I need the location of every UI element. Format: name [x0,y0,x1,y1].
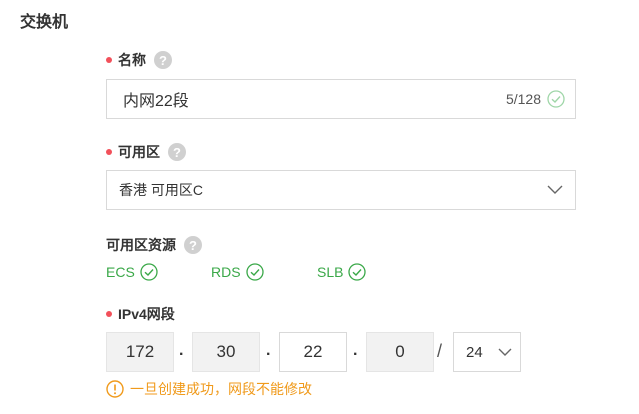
ip-octet-4: 0 [366,332,434,372]
warning-text: 一旦创建成功，网段不能修改 [130,381,312,397]
required-dot [106,311,112,317]
section-title: 交换机 [20,14,69,31]
zone-label-row: 可用区 ? [106,142,186,162]
name-input[interactable]: 内网22段 5/128 [106,79,576,119]
check-circle-icon [547,90,565,108]
zone-label: 可用区 [118,144,160,160]
resource-label: RDS [211,264,241,280]
name-label: 名称 [118,52,146,68]
name-input-value[interactable]: 内网22段 [123,87,506,111]
resources-label: 可用区资源 [106,237,176,253]
zone-select[interactable]: 香港 可用区C [106,170,576,210]
required-dot [106,57,112,63]
ip-octet-2: 30 [192,332,260,372]
resource-slb: SLB [317,263,367,281]
ip-octet-1: 172 [106,332,174,372]
ip-slash: / [437,341,443,361]
resource-rds: RDS [211,263,264,281]
warning-icon [106,380,124,398]
zone-select-value: 香港 可用区C [119,182,203,198]
resource-label: ECS [106,264,135,280]
check-circle-icon [245,263,264,281]
required-dot [106,149,112,155]
help-icon[interactable]: ? [168,143,186,161]
help-icon[interactable]: ? [154,51,172,69]
help-icon[interactable]: ? [184,236,202,254]
ip-dot: . [266,342,271,359]
resource-ecs: ECS [106,263,158,281]
ip-octet-3[interactable]: 22 [279,332,347,372]
check-circle-icon [140,263,158,281]
resources-label-row: 可用区资源 ? [106,235,202,255]
ip-dot: . [353,342,358,359]
ip-dot: . [179,342,184,359]
char-counter: 5/128 [505,91,541,107]
chevron-down-icon[interactable] [547,185,563,195]
ipv4-label-row: IPv4网段 [106,304,175,324]
check-circle-icon [348,263,367,281]
chevron-down-icon[interactable] [498,348,512,357]
ipv4-warning: 一旦创建成功，网段不能修改 [106,379,312,399]
subnet-mask-select[interactable]: 24 [453,332,521,372]
resource-label: SLB [317,264,344,280]
ipv4-label: IPv4网段 [118,306,175,322]
subnet-mask-value: 24 [466,343,483,361]
name-label-row: 名称 ? [106,50,172,70]
